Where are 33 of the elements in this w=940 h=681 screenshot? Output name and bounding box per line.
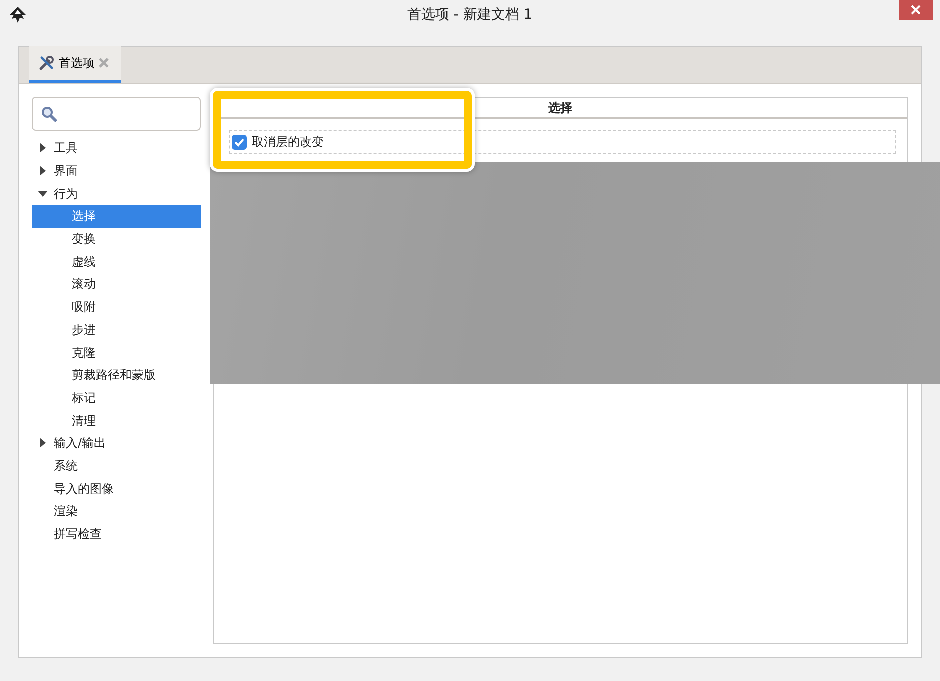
tree-item[interactable]: 渲染 [32, 500, 201, 523]
expander-icon[interactable] [38, 438, 48, 448]
panel-title: 选择 [214, 98, 907, 119]
tree-item[interactable]: 行为 [32, 182, 201, 206]
tree-item[interactable]: 滚动 [32, 273, 201, 296]
expander-icon[interactable] [38, 143, 48, 154]
close-icon [911, 5, 921, 16]
tree-item[interactable]: 系统 [32, 454, 201, 478]
tree-item[interactable]: 克隆 [32, 341, 201, 364]
checkbox[interactable] [232, 134, 247, 150]
tree-item[interactable]: 工具 [32, 137, 201, 160]
tree-item[interactable]: 导入的图像 [32, 477, 201, 500]
app-icon [9, 6, 27, 24]
tree-item[interactable]: 标记 [32, 386, 201, 410]
tree-item[interactable]: 界面 [32, 160, 201, 182]
tree-item[interactable]: 清理 [32, 409, 201, 432]
tree-item[interactable]: 选择 [32, 205, 201, 228]
search-icon [41, 106, 57, 122]
close-button[interactable] [899, 0, 933, 20]
checkbox-label: 取消层的改变 [252, 134, 324, 151]
tab[interactable]: 首选项 [29, 46, 121, 83]
tree-item[interactable]: 剪裁路径和蒙版 [32, 364, 201, 387]
tree-item[interactable]: 吸附 [32, 296, 201, 318]
tools-icon [39, 55, 55, 71]
search-field[interactable] [32, 97, 201, 131]
tree-item[interactable]: 变换 [32, 228, 201, 250]
expander-icon[interactable] [38, 166, 48, 176]
expander-icon[interactable] [38, 188, 48, 199]
tree-item[interactable]: 输入/输出 [32, 432, 201, 455]
tree-item[interactable]: 拼写检查 [32, 522, 201, 546]
tree-item[interactable]: 步进 [32, 318, 201, 342]
window-title: 首选项 - 新建文档 1 [407, 6, 533, 24]
tree-item[interactable]: 虚线 [32, 250, 201, 274]
